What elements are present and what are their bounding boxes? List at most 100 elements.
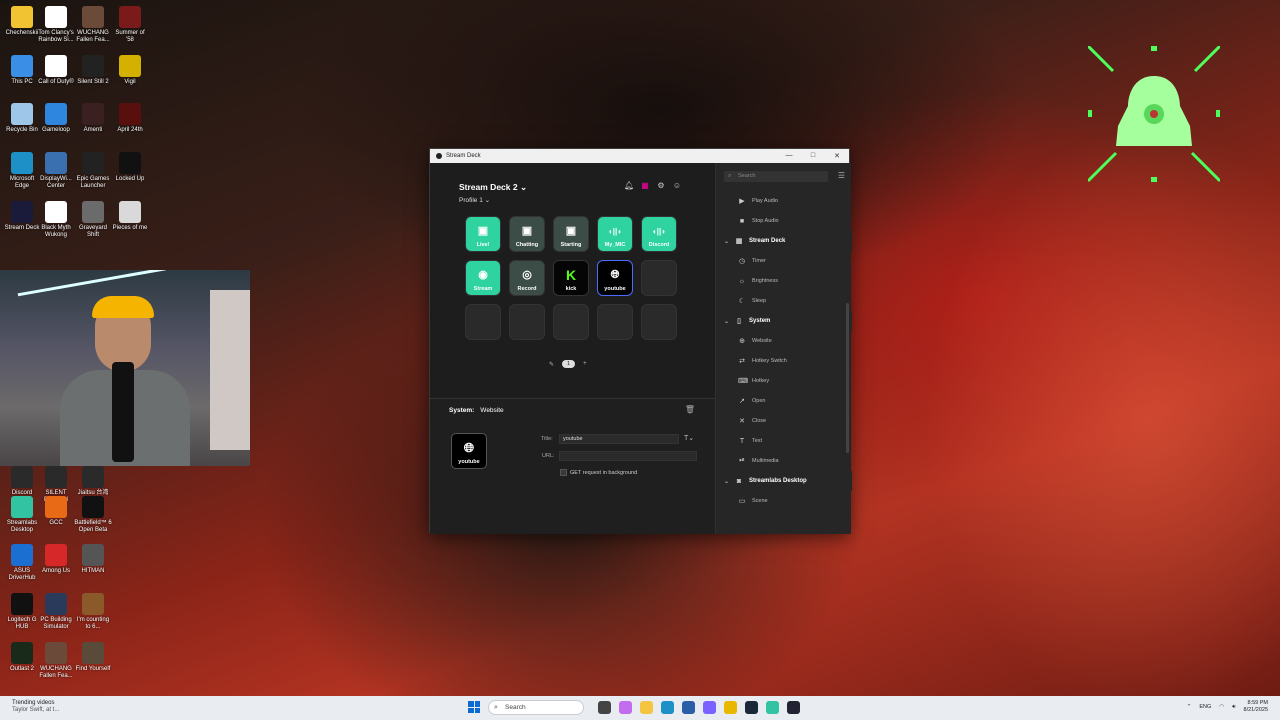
desktop-icon[interactable]: DisplayWi... Center	[37, 152, 75, 190]
action-item[interactable]: ◷ Timer	[716, 251, 852, 271]
desktop-icon[interactable]: Logitech G HUB	[3, 593, 41, 631]
desktop-icon[interactable]: Stream Deck	[3, 201, 41, 232]
desktop-icon[interactable]: Graveyard Shift	[74, 201, 112, 239]
action-item[interactable]: ▶ Play Audio	[716, 191, 852, 211]
action-category[interactable]: ⌄ ▯ System	[716, 311, 852, 331]
stream-deck-key[interactable]	[641, 304, 677, 340]
taskbar-search[interactable]: ⌕ Search	[488, 700, 584, 715]
stream-deck-taskbar-icon[interactable]	[787, 701, 800, 714]
marketplace-icon[interactable]: ▦	[640, 181, 650, 191]
text-format-icon[interactable]: T⌄	[684, 434, 694, 442]
maximize-button[interactable]: □	[801, 152, 825, 160]
action-item[interactable]: ▭ Scene	[716, 491, 852, 511]
list-view-icon[interactable]: ☰	[838, 171, 845, 180]
stream-deck-key[interactable]: ◖||◗ Discord	[641, 216, 677, 252]
discord-icon[interactable]	[703, 701, 716, 714]
stream-deck-key[interactable]: ◎ Record	[509, 260, 545, 296]
steam-icon[interactable]	[745, 701, 758, 714]
desktop-icon[interactable]: Locked Up	[111, 152, 149, 183]
stream-deck-key[interactable]: ▣ Live!	[465, 216, 501, 252]
streamlabs-icon[interactable]	[766, 701, 779, 714]
desktop-icon[interactable]: Find Yourself	[74, 642, 112, 673]
desktop-icon[interactable]: Amenti	[74, 103, 112, 134]
minimize-button[interactable]: —	[777, 152, 801, 160]
trash-icon[interactable]: 🗑︎	[685, 405, 695, 414]
desktop-icon[interactable]: Vigil	[111, 55, 149, 86]
desktop-icon[interactable]: April 24th	[111, 103, 149, 134]
desktop-icon[interactable]: Jiaitsu 台湾	[74, 466, 112, 497]
action-item[interactable]: ☾ Sleep	[716, 291, 852, 311]
title-input[interactable]: youtube	[559, 434, 679, 444]
action-item[interactable]: ↗ Open	[716, 391, 852, 411]
desktop-icon[interactable]: Epic Games Launcher	[74, 152, 112, 190]
action-item[interactable]: ⏯ Multimedia	[716, 451, 852, 471]
desktop-icon[interactable]: Outlast 2	[3, 642, 41, 673]
stream-deck-key[interactable]: ▣ Chatting	[509, 216, 545, 252]
action-item[interactable]: ■ Stop Audio	[716, 211, 852, 231]
stream-deck-key[interactable]: ◖||◗ My_MIC	[597, 216, 633, 252]
task-view-icon[interactable]	[598, 701, 611, 714]
action-category[interactable]: ⌄ ▦ Stream Deck	[716, 231, 852, 251]
stream-deck-key[interactable]	[465, 304, 501, 340]
desktop-icon[interactable]: Black Myth Wukong	[37, 201, 75, 239]
desktop-icon[interactable]: GCC	[37, 496, 75, 527]
page-indicator[interactable]: 1	[562, 360, 576, 368]
url-input[interactable]	[559, 451, 697, 461]
windows-start-button[interactable]	[468, 701, 480, 713]
edge-icon[interactable]	[661, 701, 674, 714]
desktop-icon[interactable]: Call of Duty®	[37, 55, 75, 86]
file-explorer-icon[interactable]	[640, 701, 653, 714]
desktop-icon[interactable]: I'm counting to 6...	[74, 593, 112, 631]
action-item[interactable]: T Text	[716, 431, 852, 451]
desktop-icon[interactable]: Discord	[3, 466, 41, 497]
action-category[interactable]: ⌄ ◙ Streamlabs Desktop	[716, 471, 852, 491]
desktop-icon[interactable]: Among Us	[37, 544, 75, 575]
desktop-icon[interactable]: Gameloop	[37, 103, 75, 134]
desktop-icon[interactable]: Battlefield™ 6 Open Beta	[74, 496, 112, 534]
stream-deck-key[interactable]: 🌐︎ youtube	[597, 260, 633, 296]
language-indicator[interactable]: ENG	[1199, 704, 1211, 710]
add-page-button[interactable]: +	[583, 361, 587, 367]
scrollbar[interactable]	[846, 303, 849, 453]
copilot-icon[interactable]	[619, 701, 632, 714]
action-item[interactable]: ⇄ Hotkey Switch	[716, 351, 852, 371]
action-item[interactable]: ⌨ Hotkey	[716, 371, 852, 391]
clock[interactable]: 8:59 PM 8/21/2025	[1244, 700, 1268, 714]
device-selector[interactable]: Stream Deck 2 ⌄	[459, 182, 527, 193]
chevron-up-icon[interactable]: ⌃	[1187, 704, 1192, 710]
desktop-icon[interactable]: This PC	[3, 55, 41, 86]
stream-deck-key[interactable]	[509, 304, 545, 340]
get-request-checkbox[interactable]: GET request in background	[560, 469, 637, 476]
profile-selector[interactable]: Profile 1 ⌄	[459, 196, 490, 204]
desktop-icon[interactable]: Summer of '58	[111, 6, 149, 44]
desktop-icon[interactable]: Tom Clancy's Rainbow Si...	[37, 6, 75, 44]
stream-deck-key[interactable]	[597, 304, 633, 340]
desktop-icon[interactable]: HITMAN	[74, 544, 112, 575]
gear-icon[interactable]: ⚙	[656, 181, 666, 191]
news-widget[interactable]: Trending videos Taylor Swift, at t...	[12, 700, 59, 714]
desktop-icon[interactable]: PC Building Simulator	[37, 593, 75, 631]
desktop-icon[interactable]: ASUS DriverHub	[3, 544, 41, 582]
desktop-icon[interactable]: Pieces of me	[111, 201, 149, 232]
stream-deck-key[interactable]: Kkick	[553, 260, 589, 296]
desktop-icon[interactable]: WUCHANG Fallen Fea...	[74, 6, 112, 44]
key-preview[interactable]: 🌐︎ youtube	[451, 433, 487, 469]
store-icon[interactable]	[682, 701, 695, 714]
stream-deck-key[interactable]: ◉ Stream	[465, 260, 501, 296]
stream-deck-key[interactable]: ▣ Starting	[553, 216, 589, 252]
desktop-icon[interactable]: Microsoft Edge	[3, 152, 41, 190]
wifi-icon[interactable]: ◠	[1219, 704, 1224, 710]
account-icon[interactable]: ☺	[672, 181, 682, 191]
desktop-icon[interactable]: WUCHANG Fallen Fea...	[37, 642, 75, 680]
desktop-icon[interactable]: Silent Still 2	[74, 55, 112, 86]
desktop-icon[interactable]: Streamlabs Desktop	[3, 496, 41, 534]
action-search-input[interactable]: ⌕ Search	[724, 171, 828, 182]
action-item[interactable]: ☼ Brightness	[716, 271, 852, 291]
stream-deck-key[interactable]	[553, 304, 589, 340]
chrome-icon[interactable]	[724, 701, 737, 714]
action-item[interactable]: ⊕ Website	[716, 331, 852, 351]
desktop-icon[interactable]: Recycle Bin	[3, 103, 41, 134]
desktop-icon[interactable]: Chechenskii	[3, 6, 41, 37]
stream-deck-key[interactable]	[641, 260, 677, 296]
pin-icon[interactable]: ✎	[549, 361, 554, 368]
